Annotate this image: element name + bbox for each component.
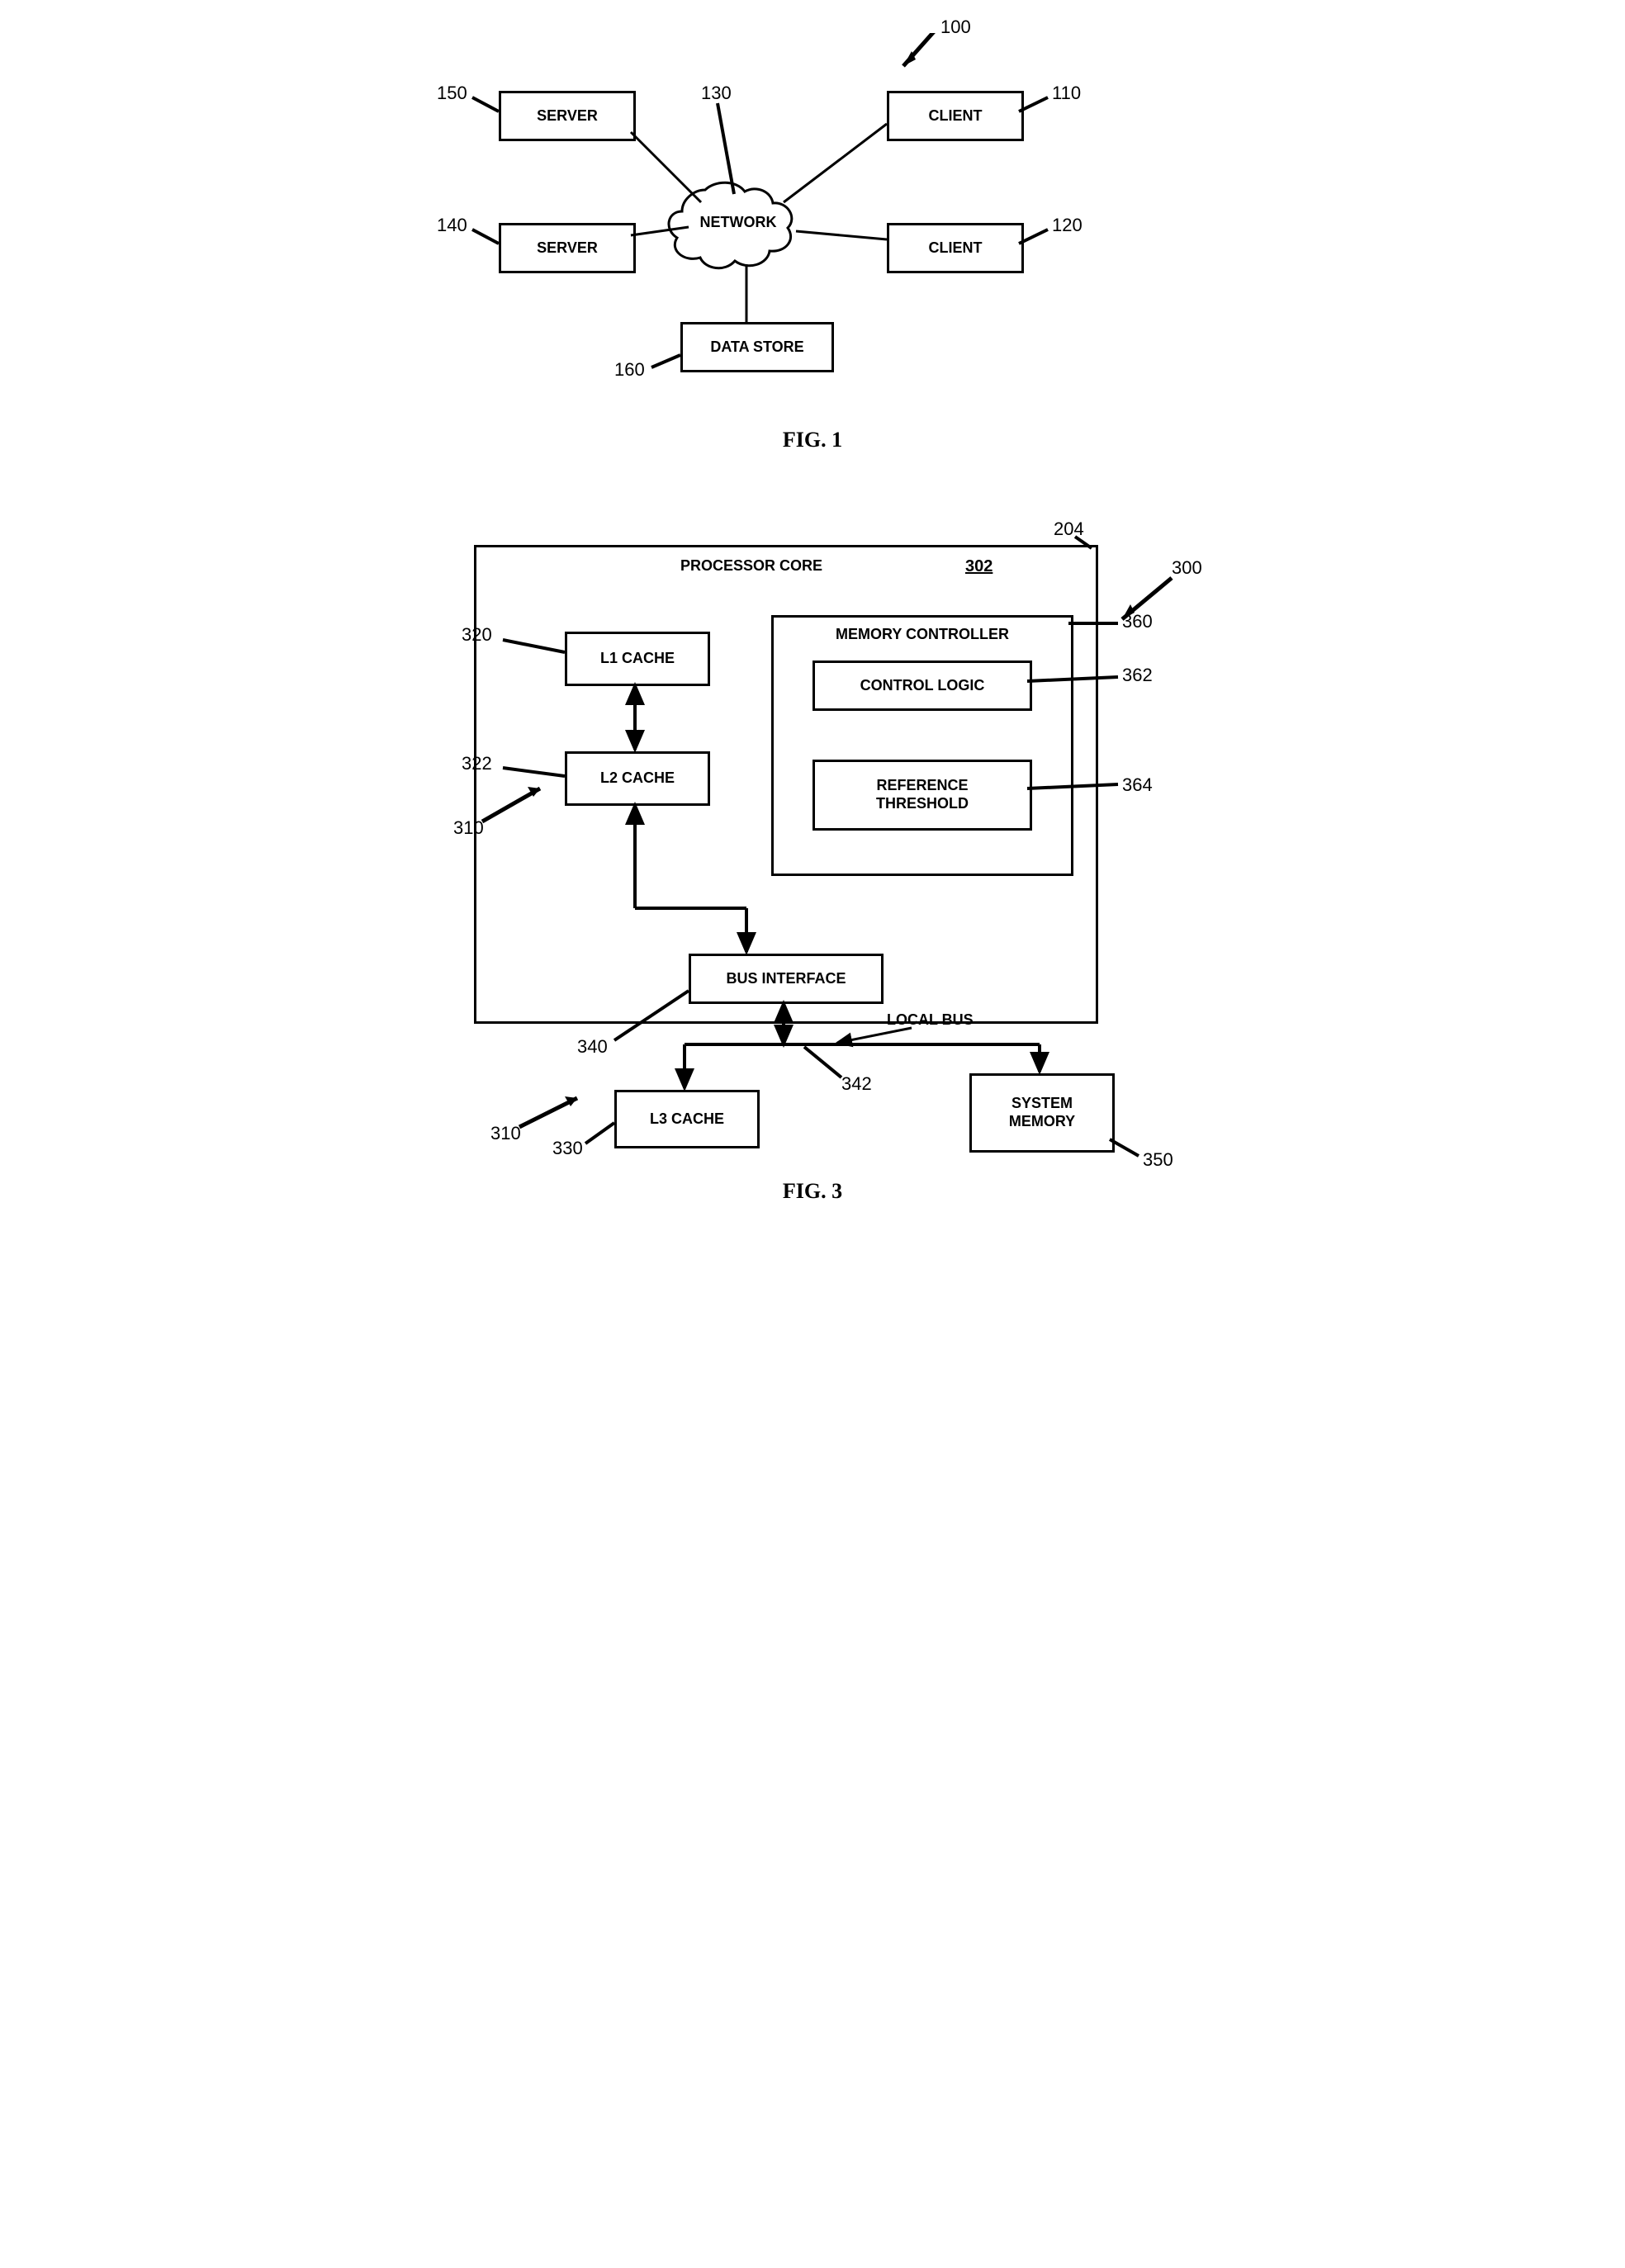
- l3-cache-label: L3 CACHE: [650, 1110, 724, 1129]
- ref-342: 342: [841, 1073, 872, 1095]
- ref-204: 204: [1054, 518, 1084, 540]
- client-bottom-label: CLIENT: [929, 239, 983, 258]
- ref-330: 330: [552, 1138, 583, 1159]
- bus-interface-label: BUS INTERFACE: [726, 970, 846, 988]
- client-top-label: CLIENT: [929, 107, 983, 125]
- figure-3: PROCESSOR CORE 302 L1 CACHE L2 CACHE MEM…: [375, 512, 1250, 1189]
- client-bottom-box: CLIENT: [887, 223, 1024, 273]
- l2-cache-label: L2 CACHE: [600, 769, 675, 788]
- memory-controller-box: MEMORY CONTROLLER: [771, 615, 1073, 876]
- ref-120: 120: [1052, 215, 1083, 236]
- ref-100: 100: [940, 17, 971, 38]
- ref-140: 140: [437, 215, 467, 236]
- ref-110: 110: [1052, 83, 1081, 104]
- l1-cache-box: L1 CACHE: [565, 632, 710, 686]
- ref-360: 360: [1122, 611, 1153, 632]
- ref-310a: 310: [453, 817, 484, 839]
- ref-302: 302: [965, 557, 993, 576]
- l1-cache-label: L1 CACHE: [600, 650, 675, 668]
- bus-interface-box: BUS INTERFACE: [689, 954, 884, 1004]
- server-top-label: SERVER: [537, 107, 598, 125]
- control-logic-box: CONTROL LOGIC: [812, 661, 1032, 711]
- ref-364: 364: [1122, 774, 1153, 796]
- server-bottom-box: SERVER: [499, 223, 636, 273]
- fig1-caption: FIG. 1: [375, 428, 1250, 452]
- data-store-box: DATA STORE: [680, 322, 834, 372]
- ref-160: 160: [614, 359, 645, 381]
- memory-controller-label: MEMORY CONTROLLER: [774, 626, 1071, 644]
- ref-350: 350: [1143, 1149, 1173, 1171]
- ref-322: 322: [462, 753, 492, 774]
- reference-threshold-label: REFERENCE THRESHOLD: [876, 777, 969, 812]
- ref-362: 362: [1122, 665, 1153, 686]
- figure-1: SERVER SERVER CLIENT CLIENT DATA STORE N…: [375, 33, 1250, 462]
- ref-300: 300: [1172, 557, 1202, 579]
- fig3-caption: FIG. 3: [375, 1179, 1250, 1204]
- l3-cache-box: L3 CACHE: [614, 1090, 760, 1148]
- network-label: NETWORK: [700, 214, 777, 230]
- client-top-box: CLIENT: [887, 91, 1024, 141]
- reference-threshold-box: REFERENCE THRESHOLD: [812, 760, 1032, 831]
- ref-150: 150: [437, 83, 467, 104]
- ref-310b: 310: [490, 1123, 521, 1144]
- system-memory-label: SYSTEM MEMORY: [1009, 1095, 1075, 1130]
- ref-320: 320: [462, 624, 492, 646]
- ref-130: 130: [701, 83, 732, 104]
- l2-cache-box: L2 CACHE: [565, 751, 710, 806]
- ref-340: 340: [577, 1036, 608, 1058]
- control-logic-label: CONTROL LOGIC: [860, 677, 985, 695]
- processor-core-label: PROCESSOR CORE: [680, 557, 822, 575]
- server-bottom-label: SERVER: [537, 239, 598, 258]
- server-top-box: SERVER: [499, 91, 636, 141]
- local-bus-label: LOCAL BUS: [887, 1011, 974, 1029]
- data-store-label: DATA STORE: [710, 339, 803, 357]
- system-memory-box: SYSTEM MEMORY: [969, 1073, 1115, 1153]
